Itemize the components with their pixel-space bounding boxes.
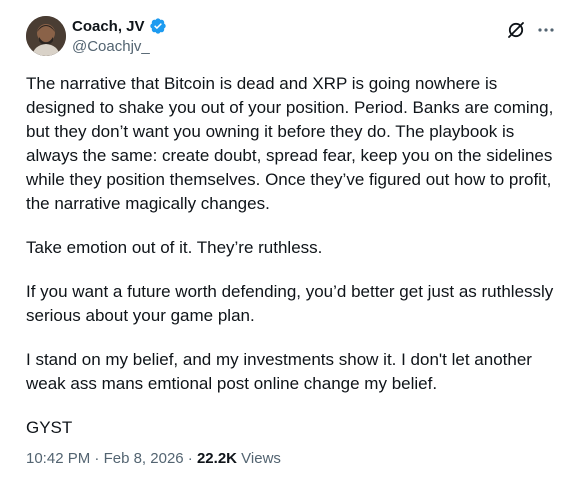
- post-paragraph: GYST: [26, 418, 73, 437]
- separator: ·: [90, 450, 104, 467]
- post-text: The narrative that Bitcoin is dead and X…: [26, 72, 556, 460]
- verified-badge-icon: [149, 17, 167, 35]
- author-names: Coach, JV @Coachjv_: [72, 16, 167, 55]
- grok-icon[interactable]: [506, 20, 526, 40]
- more-options-icon[interactable]: [536, 20, 556, 40]
- post-paragraph: If you want a future worth defending, yo…: [26, 282, 559, 325]
- views-count[interactable]: 22.2K: [197, 450, 237, 467]
- header-actions: [506, 20, 556, 40]
- post-header: Coach, JV @Coachjv_: [26, 14, 562, 64]
- post-metadata: 10:42 PM · Feb 8, 2026 · 22.2K Views: [26, 450, 281, 467]
- post-paragraph: Take emotion out of it. They’re ruthless…: [26, 238, 323, 257]
- author-handle[interactable]: @Coachjv_: [72, 38, 167, 55]
- avatar[interactable]: [26, 16, 66, 56]
- post-paragraph: The narrative that Bitcoin is dead and X…: [26, 74, 559, 213]
- separator: ·: [183, 450, 197, 467]
- post-date[interactable]: Feb 8, 2026: [104, 450, 184, 467]
- views-label: Views: [237, 450, 281, 467]
- post-time[interactable]: 10:42 PM: [26, 450, 90, 467]
- author-display-name[interactable]: Coach, JV: [72, 18, 145, 35]
- name-row: Coach, JV: [72, 16, 167, 36]
- post-paragraph: I stand on my belief, and my investments…: [26, 350, 537, 393]
